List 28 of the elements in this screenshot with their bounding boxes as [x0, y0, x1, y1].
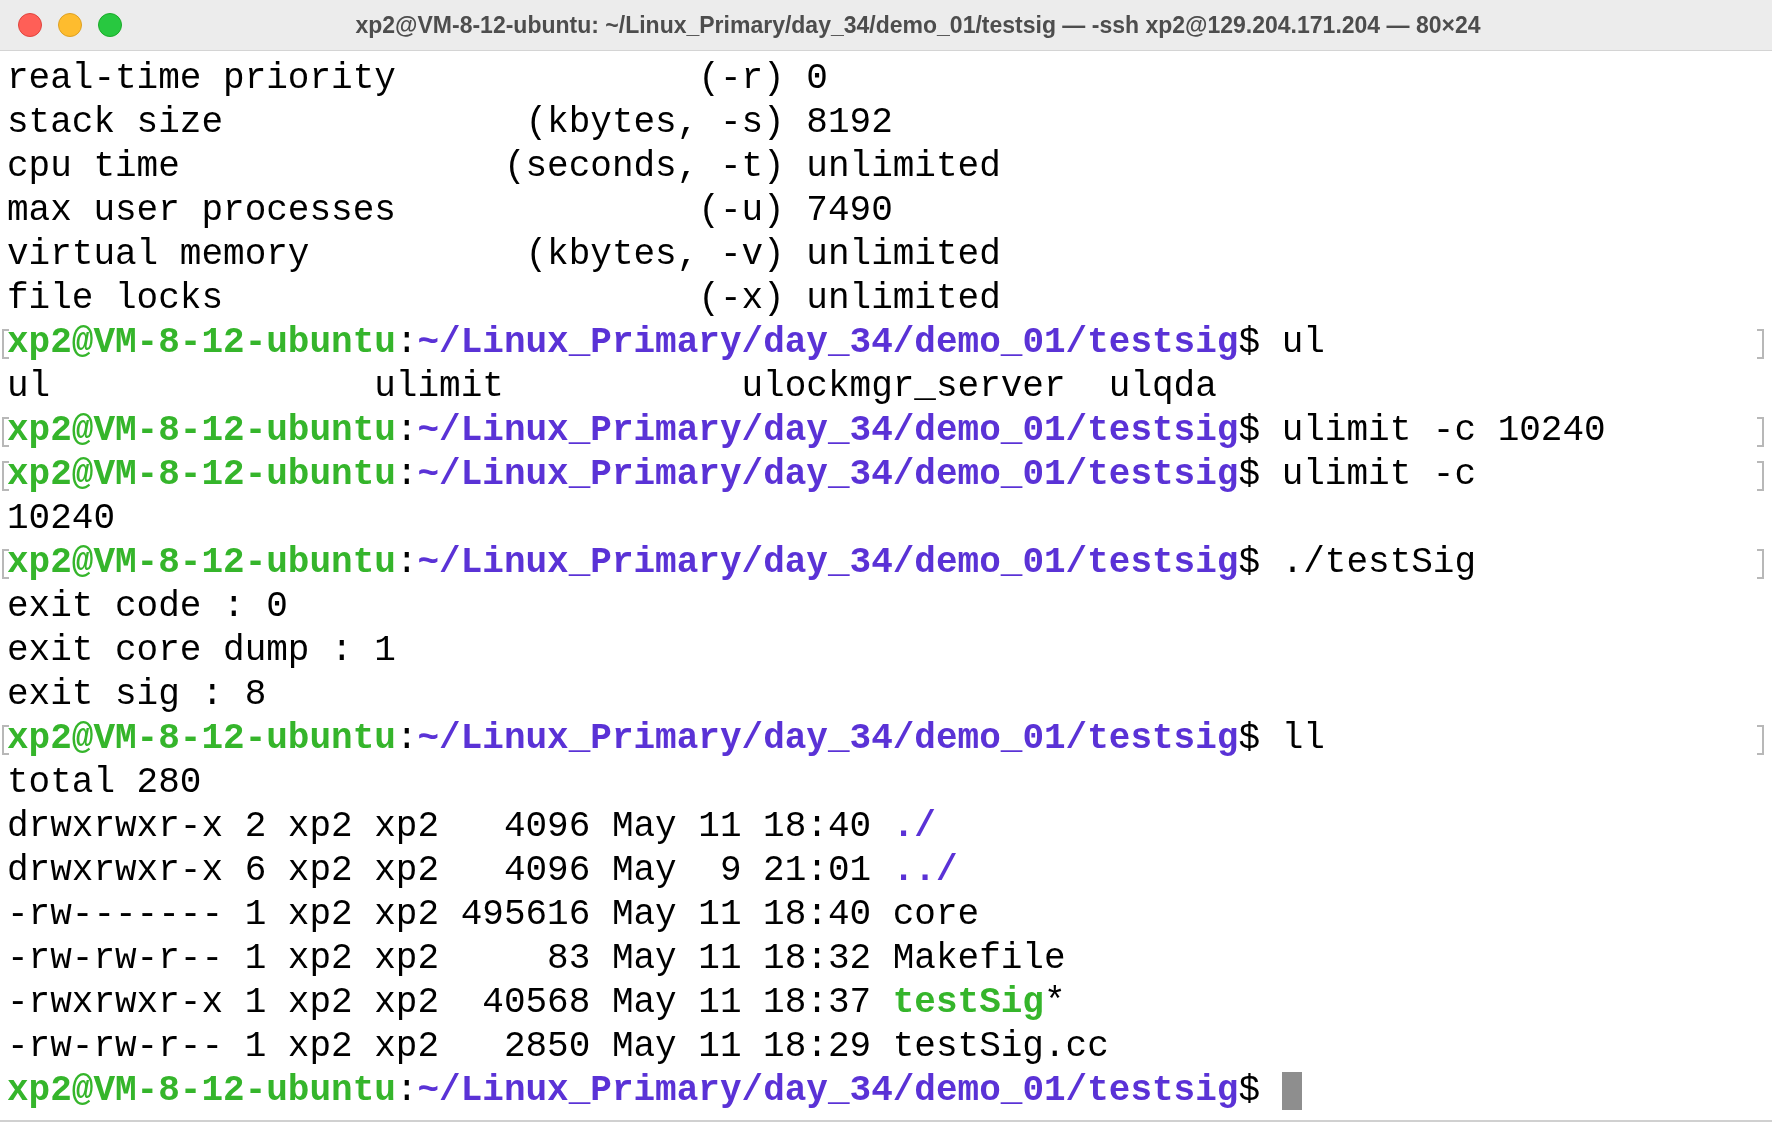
terminal-line: stack size (kbytes, -s) 8192: [7, 101, 893, 145]
terminal-line: -rw-rw-r-- 1 xp2 xp2 2850 May 11 18:29 testSig.cc: [7, 1025, 1109, 1069]
terminal-line: drwxrwxr-x 2 xp2 xp2 4096 May 11 18:40 ./: [7, 805, 936, 849]
terminal-line: cpu time (seconds, -t) unlimited: [7, 145, 1001, 189]
terminal-line: -rw-rw-r-- 1 xp2 xp2 83 May 11 18:32 Makefile: [7, 937, 1066, 981]
terminal-line: exit core dump : 1: [7, 629, 396, 673]
terminal-line: xp2@VM-8-12-ubuntu:~/Linux_Primary/day_34/demo_01/testsig$: [7, 1069, 1262, 1113]
terminal-line: total 280: [7, 761, 202, 805]
terminal-line: virtual memory (kbytes, -v) unlimited: [7, 233, 1001, 277]
terminal-line: xp2@VM-8-12-ubuntu:~/Linux_Primary/day_34/demo_01/testsig$ ul: [7, 321, 1325, 365]
terminal-line: exit sig : 8: [7, 673, 267, 717]
minimize-icon[interactable]: [58, 13, 82, 37]
close-icon[interactable]: [18, 13, 42, 37]
terminal-line: -rw------- 1 xp2 xp2 495616 May 11 18:40 core: [7, 893, 980, 937]
terminal-line: drwxrwxr-x 6 xp2 xp2 4096 May 9 21:01 ../: [7, 849, 958, 893]
terminal-line: xp2@VM-8-12-ubuntu:~/Linux_Primary/day_34/demo_01/testsig$ ulimit -c: [7, 453, 1477, 497]
terminal-line: ul ulimit ulockmgr_server ulqda: [7, 365, 1217, 409]
terminal-line: xp2@VM-8-12-ubuntu:~/Linux_Primary/day_34/demo_01/testsig$ ll: [7, 717, 1325, 761]
terminal-line: exit code : 0: [7, 585, 288, 629]
terminal-line: -rwxrwxr-x 1 xp2 xp2 40568 May 11 18:37 testSig*: [7, 981, 1066, 1025]
terminal-line: xp2@VM-8-12-ubuntu:~/Linux_Primary/day_34/demo_01/testsig$ ./testSig: [7, 541, 1477, 585]
terminal-line: 10240: [7, 497, 116, 541]
terminal-line: real-time priority (-r) 0: [7, 57, 828, 101]
terminal-line: max user processes (-u) 7490: [7, 189, 893, 233]
terminal-line: file locks (-x) unlimited: [7, 277, 1001, 321]
window-title: xp2@VM-8-12-ubuntu: ~/Linux_Primary/day_34/demo_01/testsig — -ssh xp2@129.204.171.204 — 80×24: [354, 11, 1482, 39]
terminal-line: xp2@VM-8-12-ubuntu:~/Linux_Primary/day_34/demo_01/testsig$ ulimit -c 10240: [7, 409, 1606, 453]
maximize-icon[interactable]: [98, 13, 122, 37]
